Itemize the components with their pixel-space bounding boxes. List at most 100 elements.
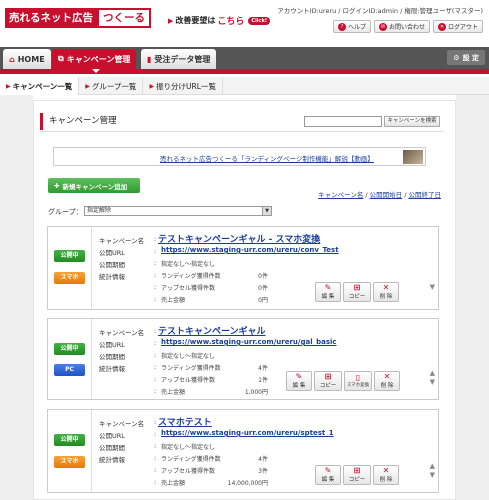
help-icon: ? [337, 22, 346, 31]
edit-button[interactable]: ✎ 編 集 [315, 282, 341, 302]
edit-button[interactable]: ✎ 編 集 [286, 371, 312, 391]
colon: : [154, 235, 157, 243]
card-actions: ✎ 編 集 ⊞ コピー ▯ スマホ変換 ✕ 削 除 [286, 371, 400, 391]
help-label: ヘルプ [347, 24, 366, 31]
colon: : [154, 387, 157, 395]
device-badge: スマホ [54, 456, 85, 468]
header: 売れるネット広告 つくーる ▶ 改善要望は こちら Click! アカウントID… [0, 0, 489, 44]
edit-icon: ✎ [324, 466, 332, 475]
logout-label: ログアウト [447, 24, 478, 31]
sales-amount: 1,000円 [244, 389, 268, 396]
period-label: 公開期間 [99, 261, 125, 269]
campaign-search-input[interactable] [304, 116, 382, 127]
tab-campaign[interactable]: ⧉ キャンペーン管理 [52, 49, 137, 69]
colon: : [154, 466, 157, 474]
subnav-group-list[interactable]: ▶ グループ一覧 [79, 77, 144, 95]
banner-thumbnail [403, 150, 423, 164]
subnav-label: 振り分けURL一覧 [156, 81, 216, 91]
tab-home[interactable]: ⌂ HOME [3, 49, 51, 69]
campaign-url-link[interactable]: https://www.staging-urr.com/ureru/conv_T… [161, 246, 339, 254]
plus-icon: ⊞ [353, 283, 361, 292]
colon: : [154, 454, 157, 462]
period-value: 指定なし〜指定なし [161, 261, 216, 268]
plus-icon: ✚ [54, 181, 60, 190]
campaign-search-button[interactable]: キャンペーンを検索 [384, 116, 440, 127]
campaign-name-link[interactable]: スマホテスト [158, 415, 212, 428]
campaign-card: 公開中 PC キャンペーン名 : テストキャンペーンギャル 公開URL : ht… [47, 318, 439, 400]
delete-button[interactable]: ✕ 削 除 [374, 371, 400, 391]
campaign-name-link[interactable]: テストキャンペーンギャル - スマホ変換 [158, 232, 320, 245]
subnav-campaign-list[interactable]: ▶ キャンペーン一覧 [0, 77, 80, 95]
chevron-up-icon[interactable]: ▲ [430, 369, 435, 378]
subnav-split-url-list[interactable]: ▶ 振り分けURL一覧 [143, 77, 223, 95]
edit-label: 編 集 [321, 477, 335, 483]
app-logo[interactable]: 売れるネット広告 つくーる [5, 8, 151, 28]
tutorial-banner[interactable]: 売れるネット広告つくーる「ランディングページ制作機能」解説【動画】 [53, 147, 426, 166]
improvement-request-link[interactable]: ▶ 改善要望は こちら Click! [168, 14, 271, 27]
status-badge: 公開中 [54, 434, 85, 446]
card-status-column: 公開中 スマホ [48, 410, 92, 492]
logo-left-text: 売れるネット広告 [5, 8, 97, 28]
add-campaign-button[interactable]: ✚ 新規キャンペーン追加 [48, 178, 140, 193]
edit-label: 編 集 [321, 294, 335, 300]
add-campaign-label: 新規キャンペーン追加 [62, 182, 128, 191]
landing-count: 4件 [258, 456, 268, 463]
sort-by-start-date[interactable]: 公開開始日 [370, 191, 403, 199]
colon: : [154, 478, 157, 486]
logo-right-text: つくーる [97, 8, 151, 28]
name-label: キャンペーン名 [99, 237, 145, 245]
campaign-url-link[interactable]: https://www.staging-urr.com/ureru/sptest… [161, 429, 334, 437]
copy-label: コピー [348, 477, 366, 483]
tab-order-data[interactable]: ▮ 受注データ管理 [141, 49, 217, 69]
help-button[interactable]: ? ヘルプ [332, 20, 371, 33]
sp-convert-label: スマホ変換 [346, 383, 370, 388]
card-status-column: 公開中 スマホ [48, 227, 92, 309]
copy-button[interactable]: ⊞ コピー [343, 465, 371, 485]
campaign-url-link[interactable]: https://www.staging-urr.com/ureru/gal_ba… [161, 338, 337, 346]
close-icon: ✕ [383, 372, 391, 381]
copy-label: コピー [348, 294, 366, 300]
chevron-right-icon: ▶ [6, 82, 11, 90]
delete-button[interactable]: ✕ 削 除 [373, 465, 399, 485]
chevron-down-icon[interactable]: ▼ [430, 378, 435, 387]
edit-button[interactable]: ✎ 編 集 [315, 465, 341, 485]
smartphone-convert-button[interactable]: ▯ スマホ変換 [344, 371, 372, 391]
smartphone-icon: ▯ [355, 373, 361, 382]
sort-by-name[interactable]: キャンペーン名 [318, 191, 363, 199]
campaign-name-link[interactable]: テストキャンペーンギャル [158, 324, 266, 337]
colon: : [154, 442, 157, 450]
move-arrows[interactable]: ▼ [430, 283, 435, 292]
contact-button[interactable]: ✉ お問い合わせ [373, 20, 430, 33]
left-gutter [0, 95, 33, 500]
tab-home-label: HOME [17, 54, 45, 64]
settings-button[interactable]: ⚙ 設 定 [447, 50, 485, 65]
url-label: 公開URL [99, 249, 125, 257]
card-actions: ✎ 編 集 ⊞ コピー ✕ 削 除 [315, 282, 399, 302]
delete-button[interactable]: ✕ 削 除 [373, 282, 399, 302]
card-status-column: 公開中 PC [48, 319, 92, 399]
url-label: 公開URL [99, 432, 125, 440]
request-prefix: 改善要望は [175, 16, 216, 25]
sort-by-end-date[interactable]: 公開終了日 [409, 191, 442, 199]
colon: : [154, 339, 157, 347]
chevron-right-icon: ▶ [149, 82, 155, 90]
chevron-down-icon[interactable]: ▼ [430, 471, 435, 480]
stats-label: 統計情報 [99, 365, 125, 373]
colon: : [154, 375, 157, 383]
gear-icon: ⚙ [453, 53, 460, 62]
close-icon: ✕ [382, 283, 390, 292]
copy-button[interactable]: ⊞ コピー [343, 282, 371, 302]
banner-link[interactable]: 売れるネット広告つくーる「ランディングページ制作機能」解説【動画】 [160, 153, 374, 163]
page-title: キャンペーン管理 [40, 113, 117, 130]
subnav-label: キャンペーン一覧 [12, 81, 73, 91]
logout-button[interactable]: ✕ ログアウト [432, 20, 483, 33]
move-arrows: ▲ ▼ [430, 369, 435, 387]
copy-button[interactable]: ⊞ コピー [314, 371, 342, 391]
group-select[interactable]: 指定解除 ▼ [84, 206, 272, 216]
edit-icon: ✎ [295, 372, 303, 381]
clipboard-icon: ▮ [147, 54, 152, 64]
tab-campaign-label: キャンペーン管理 [66, 54, 131, 64]
chevron-up-icon[interactable]: ▲ [430, 462, 435, 471]
contact-label: お問い合わせ [388, 24, 425, 31]
chevron-down-icon[interactable]: ▼ [430, 283, 435, 291]
